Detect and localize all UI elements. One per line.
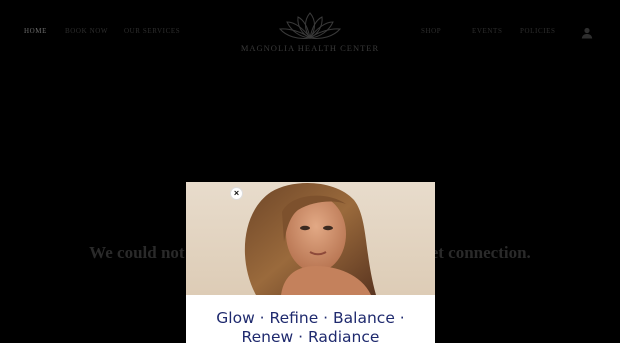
nav-link-policies[interactable]: Policies: [520, 27, 556, 35]
logo[interactable]: MAGNOLIA HEALTH CENTER: [230, 10, 390, 56]
nav-link-home[interactable]: Home: [24, 27, 47, 35]
promo-headline-line-2: Renew · Radiance: [241, 328, 380, 343]
nav-link-events[interactable]: Events: [472, 27, 502, 35]
nav-link-shop[interactable]: Shop: [421, 27, 441, 35]
close-button[interactable]: ×: [230, 187, 243, 200]
promo-headline-line-1: Glow · Refine · Balance ·: [216, 309, 405, 327]
user-icon[interactable]: [580, 26, 594, 40]
nav-link-our-services[interactable]: Our Services: [124, 27, 180, 35]
promo-headline: Glow · Refine · Balance · Renew · Radian…: [186, 309, 435, 343]
lotus-icon: [279, 12, 341, 39]
logo-text: MAGNOLIA HEALTH CENTER: [240, 43, 380, 53]
nav-link-book-now[interactable]: Book Now: [65, 27, 108, 35]
top-nav: Home Book Now Our Services MAGNOLIA HEAL…: [0, 0, 620, 62]
promo-image: [186, 182, 435, 295]
close-icon: ×: [233, 188, 240, 198]
promo-modal: Glow · Refine · Balance · Renew · Radian…: [186, 182, 435, 343]
